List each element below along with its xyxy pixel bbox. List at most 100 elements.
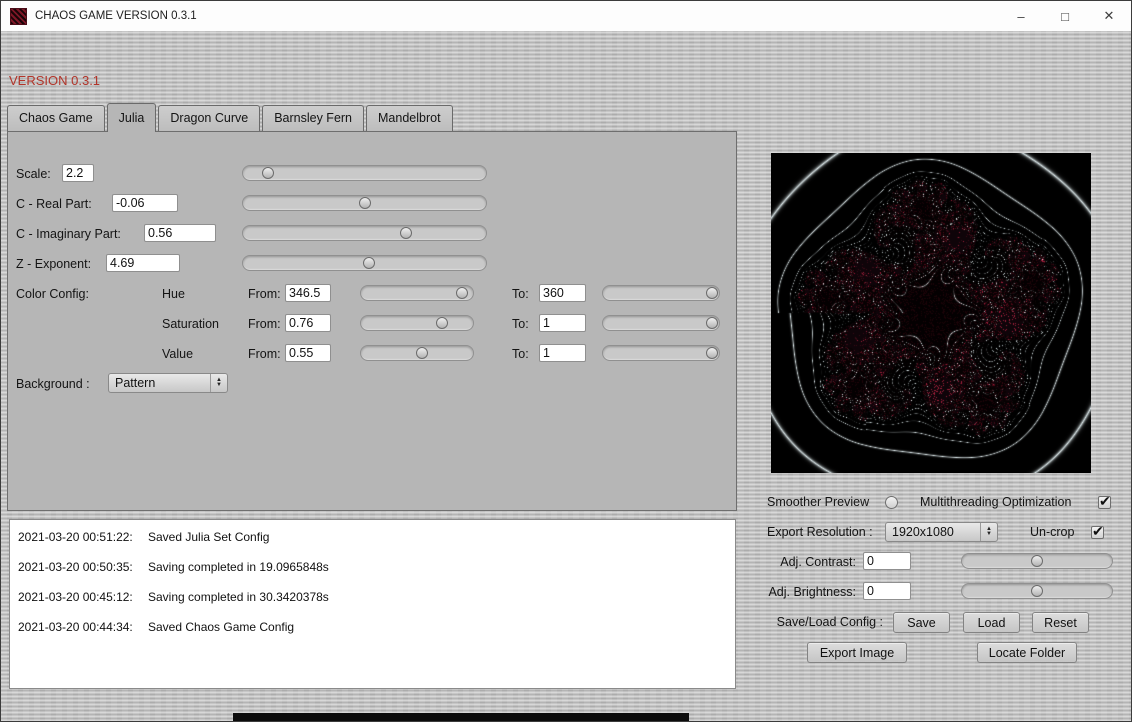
export-image-button[interactable]: Export Image <box>807 642 907 663</box>
titlebar: CHAOS GAME VERSION 0.3.1 – □ ✕ <box>1 1 1131 32</box>
saturation-from-slider[interactable] <box>360 315 474 331</box>
tab-mandelbrot[interactable]: Mandelbrot <box>366 105 453 131</box>
smoother-preview-radio[interactable] <box>885 496 898 509</box>
combo-arrows-icon <box>210 374 227 392</box>
export-resolution-value: 1920x1080 <box>892 525 954 539</box>
maximize-button[interactable]: □ <box>1043 1 1087 31</box>
value-to-input[interactable] <box>539 344 586 362</box>
tab-julia[interactable]: Julia <box>107 103 157 132</box>
saturation-to-slider-thumb[interactable] <box>706 317 718 329</box>
z-exponent-slider-thumb[interactable] <box>363 257 375 269</box>
color-config-label: Color Config: <box>16 287 89 301</box>
saturation-to-input[interactable] <box>539 314 586 332</box>
value-to-label: To: <box>512 347 529 361</box>
uncrop-checkbox[interactable] <box>1091 526 1104 539</box>
saturation-from-label: From: <box>248 317 281 331</box>
hue-to-label: To: <box>512 287 529 301</box>
log-output[interactable]: 2021-03-20 00:51:22:Saved Julia Set Conf… <box>9 519 736 689</box>
hue-from-label: From: <box>248 287 281 301</box>
c-real-slider-thumb[interactable] <box>359 197 371 209</box>
adj-brightness-input[interactable] <box>863 582 911 600</box>
hue-to-slider[interactable] <box>602 285 720 301</box>
hue-label: Hue <box>162 287 185 301</box>
log-entry: 2021-03-20 00:45:12:Saving completed in … <box>18 589 735 605</box>
tab-barnsley-fern[interactable]: Barnsley Fern <box>262 105 364 131</box>
scale-input[interactable] <box>62 164 94 182</box>
main-content: VERSION 0.3.1 Chaos Game Julia Dragon Cu… <box>1 31 1131 721</box>
minimize-button[interactable]: – <box>999 1 1043 31</box>
save-load-config-label: Save/Load Config : <box>741 615 883 629</box>
scale-label: Scale: <box>16 167 51 181</box>
close-button[interactable]: ✕ <box>1087 1 1131 31</box>
app-icon <box>10 8 27 25</box>
z-exponent-input[interactable] <box>106 254 180 272</box>
c-real-slider[interactable] <box>242 195 487 211</box>
smoother-preview-label: Smoother Preview <box>767 495 869 509</box>
value-to-slider-thumb[interactable] <box>706 347 718 359</box>
hue-to-slider-thumb[interactable] <box>706 287 718 299</box>
log-entry: 2021-03-20 00:51:22:Saved Julia Set Conf… <box>18 529 735 545</box>
tab-dragon-curve[interactable]: Dragon Curve <box>158 105 260 131</box>
log-timestamp: 2021-03-20 00:50:35: <box>18 559 148 575</box>
value-label: Value <box>162 347 193 361</box>
background-select[interactable]: Pattern <box>108 373 228 393</box>
log-entry: 2021-03-20 00:50:35:Saving completed in … <box>18 559 735 575</box>
locate-folder-button[interactable]: Locate Folder <box>977 642 1077 663</box>
combo-arrows-icon <box>980 523 997 541</box>
background-select-value: Pattern <box>115 376 155 390</box>
window-title: CHAOS GAME VERSION 0.3.1 <box>35 10 197 22</box>
z-exponent-slider[interactable] <box>242 255 487 271</box>
version-label: VERSION 0.3.1 <box>9 73 100 88</box>
value-from-input[interactable] <box>285 344 331 362</box>
multithreading-label: Multithreading Optimization <box>920 495 1071 509</box>
tab-chaos-game[interactable]: Chaos Game <box>7 105 105 131</box>
adj-contrast-label: Adj. Contrast: <box>741 555 856 569</box>
log-message: Saved Chaos Game Config <box>148 620 294 634</box>
scale-slider[interactable] <box>242 165 487 181</box>
log-message: Saving completed in 19.0965848s <box>148 560 329 574</box>
adj-contrast-input[interactable] <box>863 552 911 570</box>
adj-brightness-slider-thumb[interactable] <box>1031 585 1043 597</box>
save-button[interactable]: Save <box>893 612 950 633</box>
multithreading-checkbox[interactable] <box>1098 496 1111 509</box>
adj-brightness-slider[interactable] <box>961 583 1113 599</box>
log-message: Saved Julia Set Config <box>148 530 269 544</box>
saturation-to-slider[interactable] <box>602 315 720 331</box>
app-window: CHAOS GAME VERSION 0.3.1 – □ ✕ VERSION 0… <box>0 0 1132 722</box>
adj-contrast-slider[interactable] <box>961 553 1113 569</box>
saturation-from-input[interactable] <box>285 314 331 332</box>
saturation-to-label: To: <box>512 317 529 331</box>
load-button[interactable]: Load <box>963 612 1020 633</box>
hue-to-input[interactable] <box>539 284 586 302</box>
value-from-slider-thumb[interactable] <box>416 347 428 359</box>
window-controls: – □ ✕ <box>999 1 1131 31</box>
fractal-preview <box>771 153 1091 473</box>
value-from-label: From: <box>248 347 281 361</box>
log-entry: 2021-03-20 00:44:34:Saved Chaos Game Con… <box>18 619 735 635</box>
c-real-input[interactable] <box>112 194 178 212</box>
hue-from-slider[interactable] <box>360 285 474 301</box>
taskbar-strip <box>233 713 689 721</box>
adj-brightness-label: Adj. Brightness: <box>741 585 856 599</box>
reset-button[interactable]: Reset <box>1032 612 1089 633</box>
c-imaginary-slider[interactable] <box>242 225 487 241</box>
value-to-slider[interactable] <box>602 345 720 361</box>
julia-settings-panel: Scale: C - Real Part: C - Imaginary Part… <box>7 131 737 511</box>
saturation-from-slider-thumb[interactable] <box>436 317 448 329</box>
adj-contrast-slider-thumb[interactable] <box>1031 555 1043 567</box>
export-resolution-label: Export Resolution : <box>767 525 873 539</box>
c-imaginary-input[interactable] <box>144 224 216 242</box>
export-resolution-select[interactable]: 1920x1080 <box>885 522 998 542</box>
log-timestamp: 2021-03-20 00:45:12: <box>18 589 148 605</box>
value-from-slider[interactable] <box>360 345 474 361</box>
tab-bar: Chaos Game Julia Dragon Curve Barnsley F… <box>7 103 455 131</box>
uncrop-label: Un-crop <box>1030 525 1074 539</box>
hue-from-input[interactable] <box>285 284 331 302</box>
log-timestamp: 2021-03-20 00:44:34: <box>18 619 148 635</box>
c-imaginary-slider-thumb[interactable] <box>400 227 412 239</box>
c-imaginary-label: C - Imaginary Part: <box>16 227 121 241</box>
hue-from-slider-thumb[interactable] <box>456 287 468 299</box>
z-exponent-label: Z - Exponent: <box>16 257 91 271</box>
log-timestamp: 2021-03-20 00:51:22: <box>18 529 148 545</box>
scale-slider-thumb[interactable] <box>262 167 274 179</box>
